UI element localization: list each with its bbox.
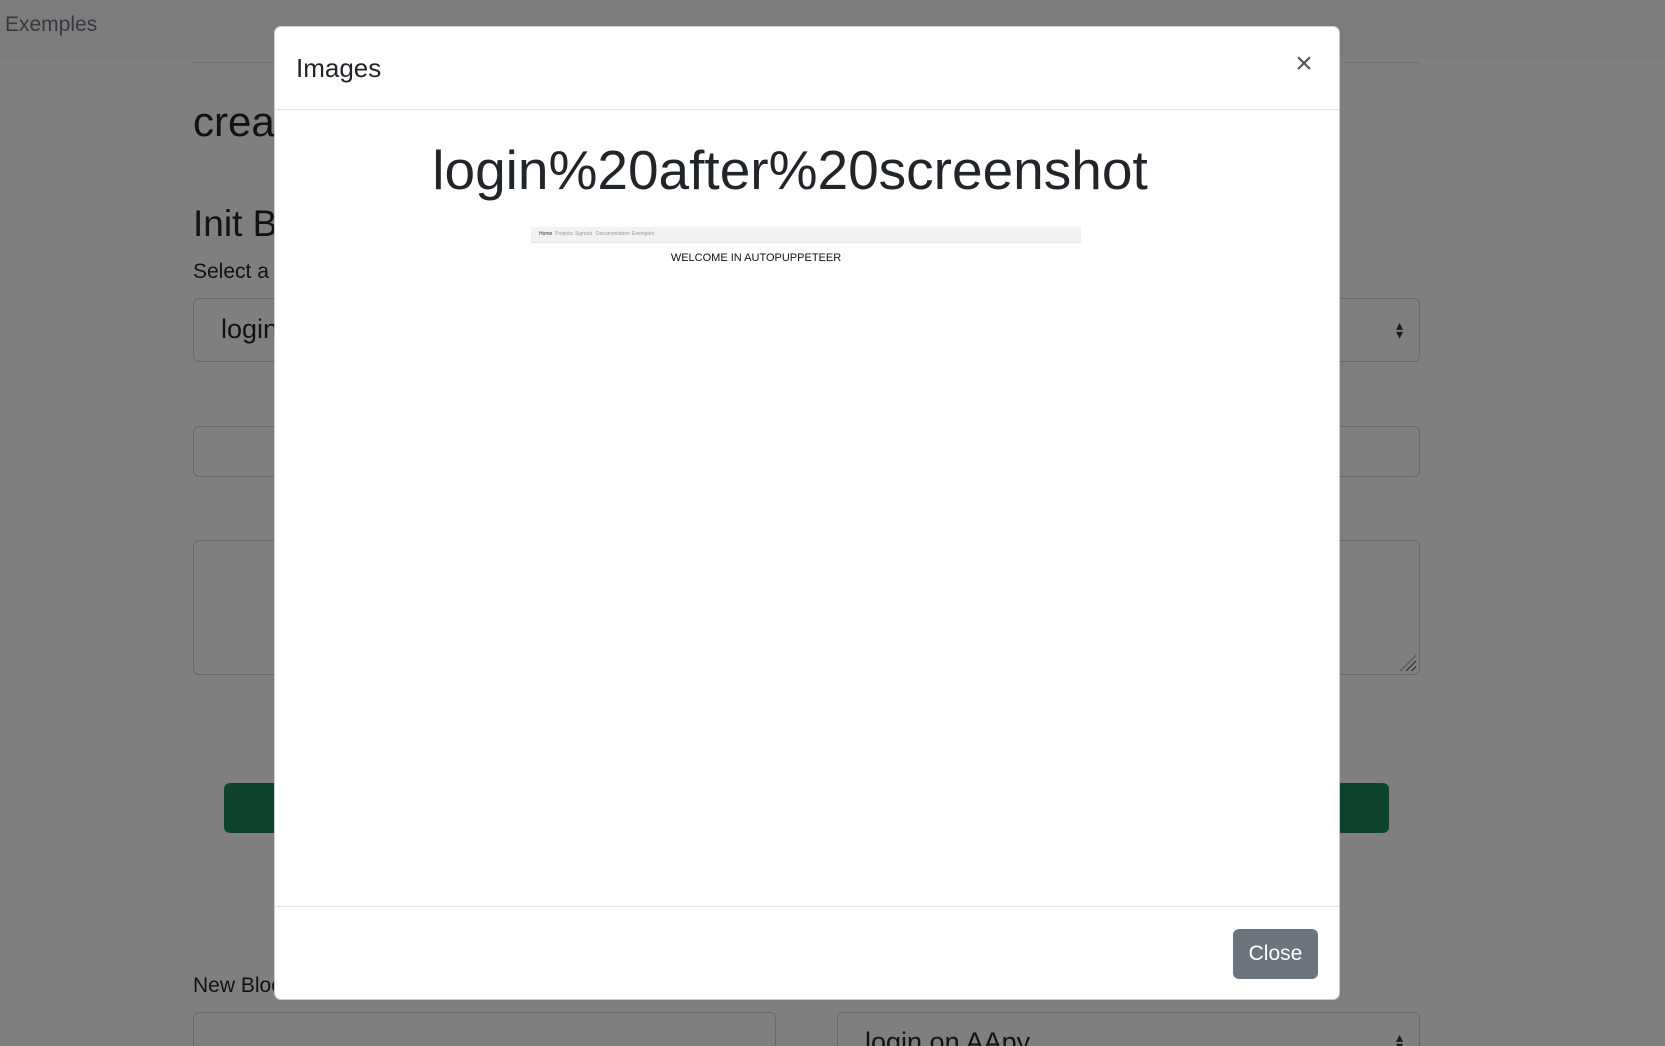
modal-header: Images × (275, 27, 1339, 110)
screenshot-nav-item: Home (539, 231, 553, 237)
screenshot-navbar: Home Projects Signout Documentation Exem… (531, 227, 1081, 243)
images-modal: Images × login%20after%20screenshot Home… (274, 26, 1340, 1000)
modal-footer: Close (275, 906, 1339, 999)
screenshot-heading: WELCOME IN AUTOPUPPETEER (670, 252, 842, 264)
screenshot-nav-item: Documentation (596, 231, 630, 237)
modal-title: Images (296, 53, 382, 83)
close-button[interactable]: Close (1233, 929, 1318, 979)
image-title-text: login%20after%20screenshot (432, 139, 1148, 201)
screenshot-image: Home Projects Signout Documentation Exem… (531, 227, 1081, 267)
close-icon[interactable]: × (1289, 49, 1319, 79)
screenshot-nav-item: Exemples (632, 231, 654, 237)
screenshot-nav-item: Signout (575, 231, 592, 237)
image-title: login%20after%20screenshot (275, 138, 1339, 202)
modal-body: login%20after%20screenshot Home Projects… (275, 110, 1339, 933)
screenshot-nav-item: Projects (555, 231, 574, 237)
